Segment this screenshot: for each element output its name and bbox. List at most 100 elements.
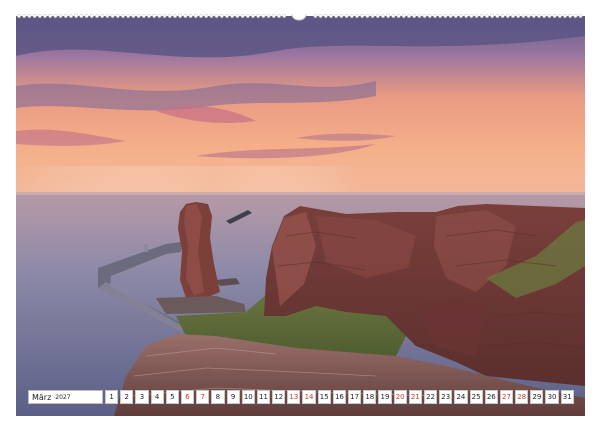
day-cell: 3 bbox=[135, 390, 149, 404]
day-cell: 27 bbox=[499, 390, 514, 404]
hanger-hole bbox=[291, 10, 307, 22]
binding-dot bbox=[438, 14, 443, 18]
binding-dot bbox=[474, 14, 479, 18]
binding-dot bbox=[95, 14, 99, 18]
binding-dot bbox=[58, 14, 63, 18]
binding-dot bbox=[537, 14, 541, 18]
binding-dot bbox=[552, 14, 557, 18]
binding-dot bbox=[32, 14, 37, 18]
day-cell: 2 bbox=[120, 390, 134, 404]
binding-dot bbox=[547, 14, 552, 18]
day-cell: 5 bbox=[165, 390, 179, 404]
binding-dot bbox=[225, 14, 229, 18]
binding-dot bbox=[209, 14, 214, 18]
binding-dot bbox=[89, 14, 94, 18]
day-cell: 31 bbox=[560, 390, 574, 404]
day-cell: 18 bbox=[363, 390, 377, 404]
binding-dot bbox=[27, 14, 32, 18]
binding-dot bbox=[329, 14, 333, 18]
binding-dot bbox=[485, 14, 489, 18]
binding-dot bbox=[251, 14, 255, 18]
binding-dot bbox=[495, 14, 500, 18]
binding-dot bbox=[459, 14, 463, 18]
day-cell: 14 bbox=[302, 390, 316, 404]
binding-dot bbox=[412, 14, 417, 18]
binding-dot bbox=[339, 14, 344, 18]
day-cell: 11 bbox=[256, 390, 271, 404]
binding-dot bbox=[193, 14, 198, 18]
day-cell: 19 bbox=[378, 390, 392, 404]
binding-dot bbox=[563, 14, 567, 18]
day-cell: 23 bbox=[439, 390, 453, 404]
binding-dot bbox=[490, 14, 495, 18]
binding-dot bbox=[173, 14, 177, 18]
binding-dot bbox=[557, 14, 562, 18]
binding-dot bbox=[131, 14, 136, 18]
binding-dot bbox=[183, 14, 188, 18]
binding-dot bbox=[74, 14, 79, 18]
binding-dot bbox=[167, 14, 172, 18]
month-name: März bbox=[32, 392, 52, 402]
binding-dot bbox=[63, 14, 68, 18]
binding-dot bbox=[422, 14, 427, 18]
binding-dot bbox=[323, 14, 328, 18]
binding-dot bbox=[136, 14, 141, 18]
binding-dot bbox=[464, 14, 469, 18]
binding-dot bbox=[334, 14, 339, 18]
day-cell: 20 bbox=[393, 390, 407, 404]
day-cell: 21 bbox=[408, 390, 422, 404]
binding-dot bbox=[443, 14, 448, 18]
day-cell: 10 bbox=[241, 390, 255, 404]
binding-dot bbox=[261, 14, 266, 18]
binding-dot bbox=[214, 14, 219, 18]
binding-dot bbox=[381, 14, 385, 18]
binding-dot bbox=[542, 14, 547, 18]
day-cell: 15 bbox=[317, 390, 331, 404]
binding-dot bbox=[266, 14, 271, 18]
binding-dot bbox=[100, 14, 105, 18]
binding-dot bbox=[573, 14, 578, 18]
binding-dot bbox=[531, 14, 536, 18]
binding-dot bbox=[105, 14, 110, 18]
binding-dot bbox=[391, 14, 396, 18]
day-cell: 12 bbox=[272, 390, 286, 404]
binding-dot bbox=[318, 14, 323, 18]
day-cell: 30 bbox=[545, 390, 559, 404]
binding-dot bbox=[568, 14, 573, 18]
binding-dot bbox=[469, 14, 474, 18]
binding-dot bbox=[511, 14, 515, 18]
binding-dot bbox=[365, 14, 370, 18]
binding-dot bbox=[344, 14, 349, 18]
binding-dot bbox=[396, 14, 401, 18]
day-cell: 13 bbox=[287, 390, 301, 404]
binding-dot bbox=[188, 14, 193, 18]
binding-dot bbox=[417, 14, 422, 18]
binding-dot bbox=[199, 14, 203, 18]
binding-dot bbox=[433, 14, 437, 18]
day-cell: 22 bbox=[423, 390, 438, 404]
day-cell: 4 bbox=[150, 390, 164, 404]
binding-dot bbox=[277, 14, 281, 18]
binding-dot bbox=[48, 14, 53, 18]
binding-dot bbox=[282, 14, 287, 18]
binding-dot bbox=[453, 14, 458, 18]
binding-dot bbox=[43, 14, 47, 18]
day-cell: 24 bbox=[454, 390, 468, 404]
day-cell: 28 bbox=[515, 390, 529, 404]
binding-dot bbox=[407, 14, 411, 18]
month-year: 2027 bbox=[55, 393, 71, 401]
binding-dot bbox=[141, 14, 146, 18]
binding-dot bbox=[204, 14, 209, 18]
binding-dot bbox=[17, 14, 21, 18]
binding-dot bbox=[401, 14, 406, 18]
day-cell: 29 bbox=[530, 390, 544, 404]
day-cell: 8 bbox=[211, 390, 225, 404]
binding-dot bbox=[115, 14, 120, 18]
binding-dot bbox=[526, 14, 531, 18]
binding-dot bbox=[386, 14, 391, 18]
binding-dot bbox=[370, 14, 375, 18]
binding-dot bbox=[121, 14, 125, 18]
binding-dot bbox=[448, 14, 453, 18]
binding-dot bbox=[427, 14, 432, 18]
binding-dot bbox=[240, 14, 245, 18]
